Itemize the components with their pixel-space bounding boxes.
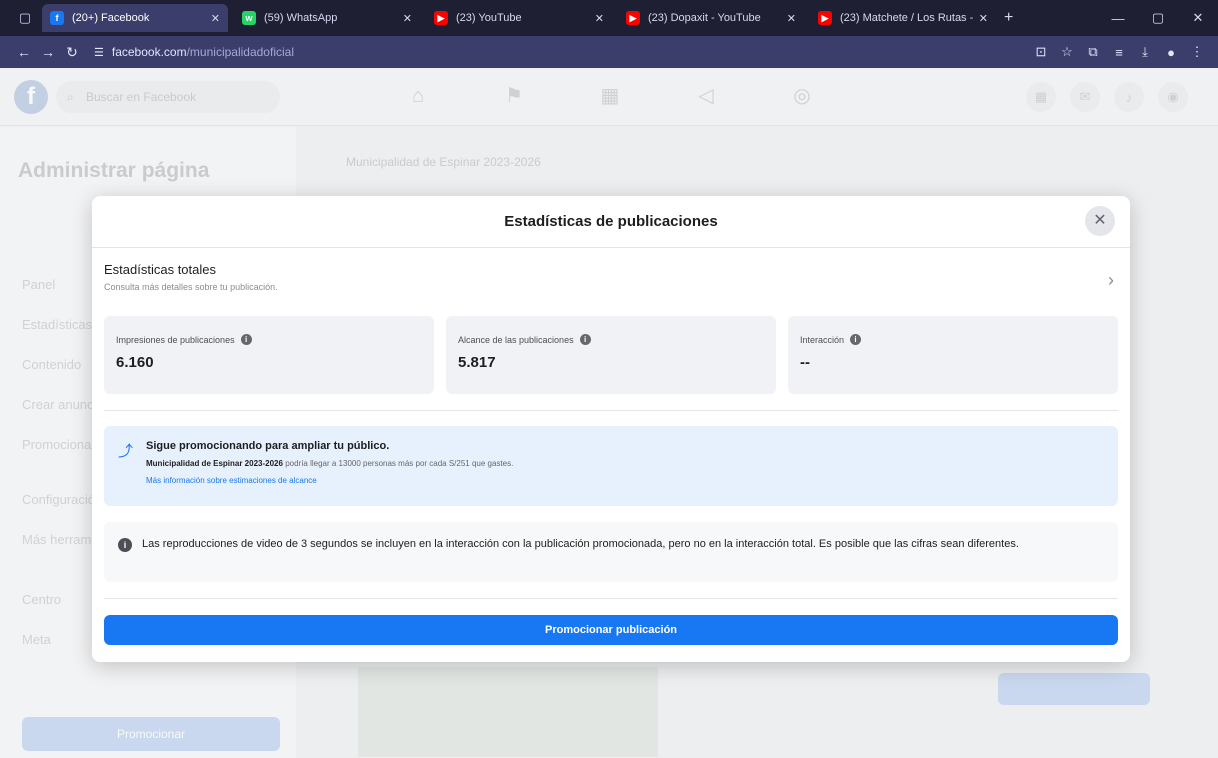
metric-value: --	[800, 354, 810, 371]
youtube-icon: ▶	[818, 11, 832, 25]
reach-estimates-link[interactable]: Más información sobre estimaciones de al…	[146, 476, 1106, 485]
install-icon[interactable]: ⊡	[1028, 44, 1054, 60]
whatsapp-icon: w	[242, 11, 256, 25]
close-icon[interactable]: ✕	[1085, 206, 1115, 236]
window-controls: — ▢ ✕	[1098, 0, 1218, 36]
close-tab-icon[interactable]: ✕	[403, 12, 412, 25]
metric-value: 6.160	[116, 354, 154, 371]
video-note-text: Las reproducciones de video de 3 segundo…	[142, 538, 1019, 550]
reading-list-icon[interactable]: ≡	[1106, 45, 1132, 60]
tip-page-name: Municipalidad de Espinar 2023-2026	[146, 459, 283, 468]
sparkle-chart-icon: ⤴	[118, 443, 134, 460]
browser-toolbar: ⊡ ☆ ⧉ ≡ ⤓ ● ⋮	[1028, 36, 1210, 68]
post-insights-dialog: Estadísticas de publicaciones ✕ Estadíst…	[92, 196, 1130, 662]
youtube-icon: ▶	[434, 11, 448, 25]
metric-label-row: Alcance de las publicaciones i	[458, 334, 764, 345]
metric-label: Interacción	[800, 334, 845, 345]
close-tab-icon[interactable]: ✕	[211, 12, 220, 25]
youtube-icon: ▶	[626, 11, 640, 25]
info-icon[interactable]: i	[850, 334, 862, 345]
reload-icon[interactable]: ↻	[60, 44, 84, 61]
browser-menu-icon[interactable]: ▢	[14, 7, 36, 29]
total-insights-title: Estadísticas totales	[104, 262, 216, 277]
forward-icon[interactable]: →	[36, 44, 60, 60]
close-window-icon[interactable]: ✕	[1178, 10, 1218, 26]
browser-kebab-icon[interactable]: ⋮	[1184, 44, 1210, 60]
browser-tab[interactable]: f (20+) Facebook ✕	[42, 4, 228, 32]
metric-label: Impresiones de publicaciones	[116, 334, 235, 345]
tip-title: Sigue promocionando para ampliar tu públ…	[146, 440, 390, 452]
dialog-header: Estadísticas de publicaciones ✕	[92, 196, 1130, 248]
back-icon[interactable]: ←	[12, 44, 36, 60]
metric-card-engagement: Interacción i --	[788, 316, 1118, 394]
metric-label: Alcance de las publicaciones	[458, 334, 574, 345]
info-icon[interactable]: i	[579, 334, 591, 345]
bookmark-star-icon[interactable]: ☆	[1054, 44, 1080, 60]
browser-tab[interactable]: ▶ (23) YouTube ✕	[426, 4, 612, 32]
maximize-icon[interactable]: ▢	[1138, 10, 1178, 26]
browser-tab[interactable]: ▶ (23) Matchete / Los Rutas - 40 ✕	[810, 4, 996, 32]
promote-post-button[interactable]: Promocionar publicación	[104, 615, 1118, 645]
chevron-right-icon[interactable]: ›	[1108, 270, 1114, 291]
divider	[104, 410, 1118, 411]
tip-body-text: podría llegar a 13000 personas más por c…	[285, 459, 514, 468]
browser-tab[interactable]: ▶ (23) Dopaxit - YouTube ✕	[618, 4, 804, 32]
browser-tab-label: (23) YouTube	[456, 12, 522, 24]
url-field[interactable]: ☰ facebook.com/municipalidadoficial	[94, 45, 294, 59]
metric-label-row: Interacción i	[800, 334, 1106, 345]
info-icon[interactable]: i	[240, 334, 252, 345]
browser-tab[interactable]: w (59) WhatsApp ✕	[234, 4, 420, 32]
promotion-tip-box: ⤴ Sigue promocionando para ampliar tu pú…	[104, 426, 1118, 506]
metrics-cards: Impresiones de publicaciones i 6.160 Alc…	[104, 316, 1118, 394]
browser-tab-label: (59) WhatsApp	[264, 12, 338, 24]
dialog-title: Estadísticas de publicaciones	[504, 213, 718, 230]
minimize-icon[interactable]: —	[1098, 11, 1138, 26]
facebook-icon: f	[50, 11, 64, 25]
video-note-box: i Las reproducciones de video de 3 segun…	[104, 522, 1118, 582]
site-info-icon[interactable]: ☰	[94, 46, 104, 59]
new-tab-icon[interactable]: +	[1004, 9, 1013, 27]
total-insights-subtitle: Consulta más detalles sobre tu publicaci…	[104, 282, 278, 292]
profile-icon[interactable]: ●	[1158, 45, 1184, 60]
address-bar: ← → ↻ ☰ facebook.com/municipalidadoficia…	[0, 36, 1218, 68]
extensions-icon[interactable]: ⧉	[1080, 44, 1106, 60]
divider	[104, 598, 1118, 599]
close-tab-icon[interactable]: ✕	[787, 12, 796, 25]
metric-card-reach: Alcance de las publicaciones i 5.817	[446, 316, 776, 394]
browser-tab-label: (20+) Facebook	[72, 12, 150, 24]
close-tab-icon[interactable]: ✕	[595, 12, 604, 25]
url-domain: facebook.com	[111, 45, 187, 59]
metric-label-row: Impresiones de publicaciones i	[116, 334, 422, 345]
close-tab-icon[interactable]: ✕	[979, 12, 988, 25]
metric-value: 5.817	[458, 354, 496, 371]
tip-body: Municipalidad de Espinar 2023-2026 podrí…	[146, 459, 1106, 468]
info-icon: i	[118, 538, 132, 552]
metric-card-impressions: Impresiones de publicaciones i 6.160	[104, 316, 434, 394]
download-icon[interactable]: ⤓	[1132, 44, 1158, 60]
url-path: /municipalidadoficial	[186, 45, 294, 59]
total-insights-row[interactable]: Estadísticas totales Consulta más detall…	[104, 262, 1118, 304]
browser-tab-label: (23) Matchete / Los Rutas - 40	[840, 12, 973, 24]
browser-tab-label: (23) Dopaxit - YouTube	[648, 12, 761, 24]
browser-tab-bar: ▢ f (20+) Facebook ✕ w (59) WhatsApp ✕ ▶…	[0, 0, 1218, 36]
